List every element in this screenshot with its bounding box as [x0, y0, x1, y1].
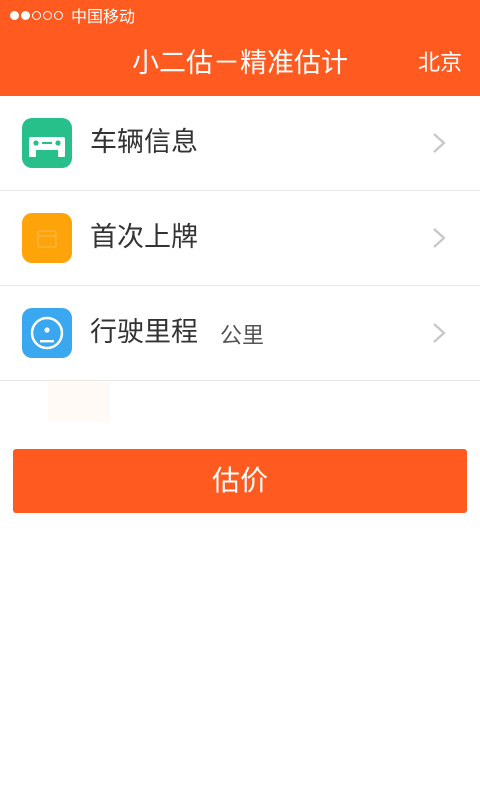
chevron-right-icon: [433, 228, 446, 248]
mileage-unit: 公里: [220, 324, 265, 349]
signal-dot: [10, 10, 19, 20]
faint-placeholder: [48, 382, 110, 422]
city-selector[interactable]: 北京: [418, 48, 462, 80]
car-icon: [22, 118, 72, 168]
form-list: 车辆信息 首次上牌 行驶里程 公里: [0, 96, 480, 381]
chevron-right-icon: [433, 323, 446, 343]
estimate-button[interactable]: 估价: [13, 449, 467, 513]
page-title: 小二估－精准估计: [132, 48, 348, 79]
row-vehicle-info[interactable]: 车辆信息: [0, 96, 480, 191]
signal-strength-icon: [10, 10, 65, 20]
signal-dot: [43, 10, 52, 20]
row-label: 车辆信息: [90, 127, 198, 158]
speedometer-icon: [22, 308, 72, 358]
chevron-right-icon: [433, 133, 446, 153]
row-label: 首次上牌: [90, 222, 198, 253]
signal-dot: [32, 10, 41, 20]
status-bar: 中国移动: [10, 4, 135, 26]
signal-dot: [54, 10, 63, 20]
app-header: 中国移动 小二估－精准估计 北京: [0, 0, 480, 96]
carrier-name: 中国移动: [71, 7, 136, 26]
row-mileage[interactable]: 行驶里程 公里: [0, 286, 480, 381]
row-first-registration[interactable]: 首次上牌: [0, 191, 480, 286]
row-label: 行驶里程: [90, 317, 198, 348]
calendar-icon: [22, 213, 72, 263]
signal-dot: [21, 10, 30, 20]
